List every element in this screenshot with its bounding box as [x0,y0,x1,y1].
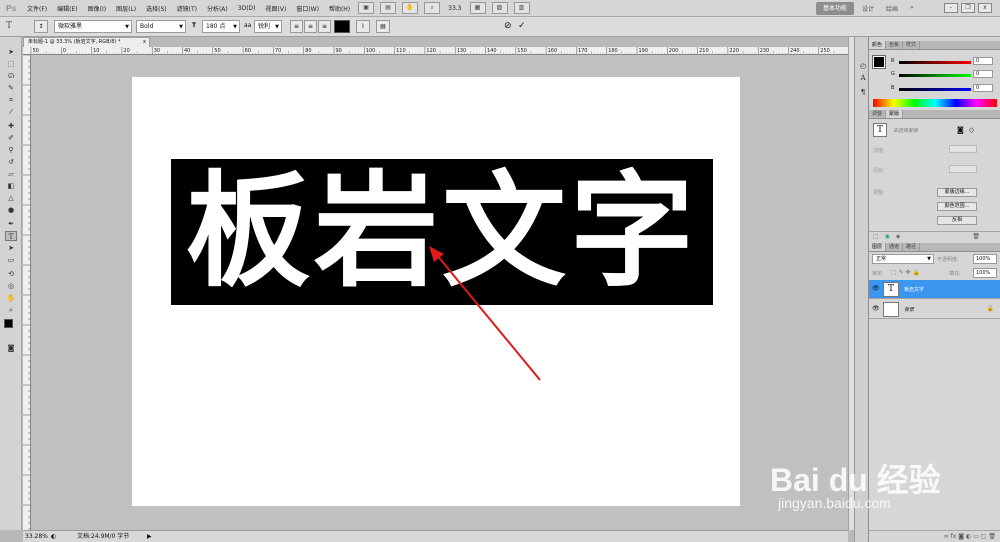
color-panel-tabs: 颜色 色板 样式 [869,41,1000,50]
lock-icons[interactable]: ⬚ ✎ ✥ 🔒 [891,269,920,276]
red-track[interactable] [899,61,971,64]
layers-footer: ∞ fx ◙ ◐ ▭ ▢ 🗑 [869,530,1000,542]
blue-label: B [891,85,895,91]
apply-mask-icon[interactable]: ◈ [896,233,901,240]
color-spectrum-bar[interactable] [873,99,997,107]
mask-edge-button[interactable]: 蒙版边缘... [937,188,977,197]
tab-color[interactable]: 颜色 [869,41,887,49]
color-range-button[interactable]: 颜色范围... [937,202,977,211]
layer-name[interactable]: 背景 [904,306,914,313]
refine-label: 调整: [873,190,885,196]
lock-label: 锁定: [872,271,884,277]
tab-swatches[interactable]: 色板 [886,41,904,49]
mask-layer-thumb: T [873,123,887,137]
eye-icon[interactable]: 👁 [872,285,880,292]
eye-icon[interactable]: 👁 [872,305,880,312]
delete-icon[interactable]: 🗑 [972,233,980,240]
load-selection-icon[interactable]: ⬚ [873,233,879,240]
pixel-mask-icon[interactable]: ◙ [957,126,964,134]
blue-slider[interactable]: B 0 [891,84,999,93]
red-slider[interactable]: R 0 [891,57,999,66]
add-mask-icon[interactable]: ◙ [958,533,964,540]
status-bar: 33.28% ◐ 文档:24.9M/0 字节 ▶ [23,530,848,542]
text-layer-thumb: T [883,282,899,297]
delete-layer-icon[interactable]: 🗑 [988,533,996,540]
blue-track[interactable] [899,88,971,91]
density-input [949,145,977,153]
invert-button[interactable]: 反相 [937,216,977,225]
layer-style-icon[interactable]: fx [951,533,957,540]
background-layer-thumb [883,302,899,317]
green-label: G [891,71,895,77]
green-track[interactable] [899,74,971,77]
foreground-color-chip[interactable] [872,55,886,69]
tab-styles[interactable]: 样式 [903,41,921,49]
density-label: 浓度: [873,148,885,154]
mask-status-label: 未选择蒙版 [893,128,919,134]
blend-mode-select[interactable]: 正常 ▼ [872,254,934,264]
masks-footer: ⬚ ◉ ◈ 🗑 [869,231,1000,241]
status-menu-arrow-icon[interactable]: ▶ [147,531,152,542]
adjust-panel-tabs: 调整 蒙版 [869,110,1000,119]
layers-panel-tabs: 图层 通道 路径 [869,243,1000,252]
status-info-icon[interactable]: ◐ [51,531,56,542]
layer-row[interactable]: 👁 T 板岩文字 [869,280,1000,299]
new-group-icon[interactable]: ▭ [973,533,979,540]
tab-paths[interactable]: 路径 [903,243,921,251]
vector-mask-icon[interactable]: ◇ [969,126,974,134]
blue-value[interactable]: 0 [973,84,993,92]
link-layers-icon[interactable]: ∞ [944,533,949,540]
opacity-label: 不透明度: [937,257,959,263]
chevron-down-icon: ▼ [927,256,931,262]
tab-layers[interactable]: 图层 [869,243,887,251]
layer-name[interactable]: 板岩文字 [904,286,924,293]
green-value[interactable]: 0 [973,70,993,78]
lock-icon: 🔒 [986,305,994,312]
blend-mode-value: 正常 [876,256,887,262]
tab-adjustments[interactable]: 调整 [869,110,887,118]
visibility-icon[interactable]: ◉ [885,233,890,240]
photoshop-window: Ps 文件(F) 编辑(E) 图像(I) 图层(L) 选择(S) 滤镜(T) 分… [0,0,1000,542]
tab-channels[interactable]: 通道 [886,243,904,251]
status-zoom[interactable]: 33.28% [25,531,48,542]
new-layer-icon[interactable]: ▢ [981,533,987,540]
adjustment-layer-icon[interactable]: ◐ [966,533,971,540]
opacity-input[interactable]: 100% [973,254,997,264]
watermark-url: jingyan.baidu.com [778,495,891,511]
red-value[interactable]: 0 [973,57,993,65]
feather-label: 羽化: [873,168,885,174]
status-doc-info: 文档:24.9M/0 字节 [77,533,130,540]
layer-row[interactable]: 👁 背景 🔒 [869,300,1000,319]
tab-masks[interactable]: 蒙版 [886,110,904,118]
green-slider[interactable]: G 0 [891,70,999,79]
red-label: R [891,58,895,64]
fill-input[interactable]: 100% [973,268,997,278]
feather-input [949,165,977,173]
fill-label: 填充: [949,271,961,277]
